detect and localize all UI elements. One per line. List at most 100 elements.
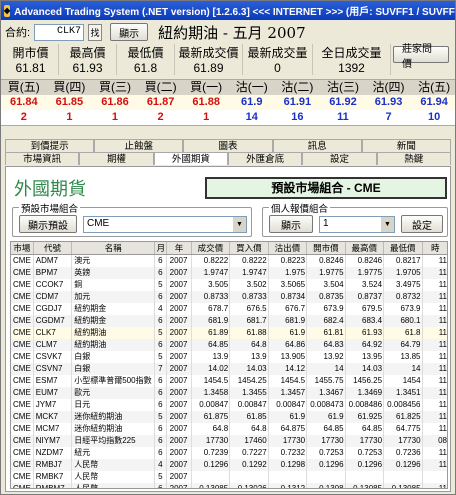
search-contract-button[interactable]: 找 <box>88 23 103 41</box>
table-cell: CME <box>11 422 34 435</box>
tab-row1-2[interactable]: 圖表 <box>183 139 273 152</box>
table-cell: 0.008486 <box>345 398 385 411</box>
column-header[interactable]: 最高價 <box>345 242 385 255</box>
table-row[interactable]: CME MCM7 迷你紐約期油 6 2007 64.8 64.8 64.875 64.85 64.… <box>11 422 447 435</box>
table-row[interactable]: CME CDM7 加元 6 2007 0.8733 0.8733 0.8734 0.8735 0.… <box>11 290 447 303</box>
column-header[interactable]: 市場 <box>11 242 34 255</box>
table-cell: NZDM7 <box>33 446 73 459</box>
table-row[interactable]: CME CSVN7 白銀 7 2007 14.02 14.03 14.12 14 14.03 14 1… <box>11 362 447 375</box>
tab-row1-3[interactable]: 訊息 <box>272 139 362 152</box>
show-contract-button[interactable]: 顯示 <box>110 23 149 41</box>
table-cell: 加元 <box>71 290 156 303</box>
table-cell: 迷你紐約期油 <box>71 410 156 423</box>
show-default-button[interactable]: 顯示預設 <box>19 215 77 233</box>
table-row[interactable]: CME RMBJ7 人民幣 4 2007 0.1296 0.1292 0.1298 0.1296… <box>11 458 447 471</box>
depth-price-bid[interactable]: 61.88 <box>183 95 229 110</box>
table-row[interactable]: CME CGDJ7 紐約期金 4 2007 678.7 676.5 676.7 673.9 679… <box>11 302 447 315</box>
tab-row2-1[interactable]: 期權 <box>79 152 154 165</box>
table-cell: 日元 <box>71 398 156 411</box>
depth-price-ask[interactable]: 61.9 <box>228 95 275 110</box>
column-header[interactable]: 時 <box>422 242 447 255</box>
column-header[interactable]: 名稱 <box>71 242 156 255</box>
table-cell: 6 <box>154 374 168 387</box>
table-cell: 64.775 <box>383 422 423 435</box>
column-header[interactable]: 買入價 <box>229 242 269 255</box>
table-cell: 2007 <box>166 302 192 315</box>
tab-row2-0[interactable]: 市場資訊 <box>5 152 80 165</box>
depth-price-bid[interactable]: 61.86 <box>92 95 138 110</box>
column-header[interactable]: 成交價 <box>191 242 231 255</box>
table-cell: 0.7232 <box>268 446 308 459</box>
table-cell: 64.83 <box>306 338 346 351</box>
table-row[interactable]: CME CLM7 紐約期油 6 2007 64.85 64.8 64.86 64.83 64.92… <box>11 338 447 351</box>
table-row[interactable]: CME MCK7 迷你紐約期油 5 2007 61.875 61.85 61.9 61.9 61.… <box>11 410 447 423</box>
table-cell: 681.7 <box>229 314 269 327</box>
tab-row1-0[interactable]: 到價提示 <box>5 139 95 152</box>
column-header[interactable]: 最低價 <box>383 242 423 255</box>
table-cell: 6 <box>154 290 168 303</box>
table-cell: 6 <box>154 446 168 459</box>
column-header[interactable]: 開市價 <box>306 242 346 255</box>
tab-row1-1[interactable]: 止蝕盤 <box>94 139 184 152</box>
table-cell: 6 <box>154 434 168 447</box>
broker-quote-button[interactable]: 莊家問價 <box>393 44 449 70</box>
table-cell: 14.02 <box>191 362 231 375</box>
depth-volume-ask: 10 <box>428 111 441 123</box>
show-personal-button[interactable]: 顯示 <box>269 215 313 233</box>
depth-price-bid[interactable]: 61.84 <box>1 95 47 110</box>
low-price: 61.8 <box>117 61 175 75</box>
table-cell: 61.825 <box>383 410 423 423</box>
tab-row2-4[interactable]: 設定 <box>302 152 377 165</box>
table-row[interactable]: CME RMBK7 人民幣 5 2007 <box>11 470 447 483</box>
title-bar[interactable]: ◆ Advanced Trading System (.NET version)… <box>1 1 455 20</box>
personal-group-box: 個人報價組合 顯示 1 ▼ 設定 <box>262 201 448 237</box>
table-row[interactable]: CME JYM7 日元 6 2007 0.00847 0.00847 0.00847 0.008… <box>11 398 447 411</box>
table-row[interactable]: CME CCOK7 銅 5 2007 3.505 3.502 3.5065 3.504 3.524… <box>11 278 447 291</box>
settings-button[interactable]: 設定 <box>401 215 443 233</box>
table-row[interactable]: CME NZDM7 紐元 6 2007 0.7239 0.7227 0.7232 0.7253 0… <box>11 446 447 459</box>
tab-row2-3[interactable]: 外匯倉底 <box>227 152 303 165</box>
table-header-row: 市場 代號 名稱月年成交價 買入價 沽出價 開市價 最高價 最低價時 <box>11 242 447 255</box>
table-row[interactable]: CME EUM7 歐元 6 2007 1.3458 1.3455 1.3457 1.3467 1.… <box>11 386 447 399</box>
contract-code-input[interactable]: CLK7 <box>34 23 85 41</box>
column-header[interactable]: 年 <box>166 242 192 255</box>
table-cell: 6 <box>154 482 168 488</box>
depth-volume-bid: 2 <box>157 111 164 123</box>
depth-price-bid[interactable]: 61.87 <box>137 95 184 110</box>
chevron-down-icon[interactable]: ▼ <box>233 217 246 232</box>
app-icon: ◆ <box>4 4 11 17</box>
column-header[interactable]: 代號 <box>33 242 73 255</box>
chevron-down-icon[interactable]: ▼ <box>381 217 394 232</box>
depth-price-ask[interactable]: 61.93 <box>365 95 412 110</box>
table-row[interactable]: CME RMBM7 人民幣 6 2007 0.13085 0.13026 0.1312 0.13… <box>11 482 447 488</box>
column-header[interactable]: 月 <box>154 242 168 255</box>
table-cell: 2007 <box>166 398 192 411</box>
table-row[interactable]: CME CGDM7 紐約期金 6 2007 681.9 681.7 681.9 682.4 683… <box>11 314 447 327</box>
contract-label: 合約: <box>5 27 31 39</box>
personal-select[interactable]: 1 ▼ <box>319 216 395 233</box>
depth-price-bid[interactable]: 61.85 <box>46 95 93 110</box>
column-header[interactable]: 沽出價 <box>268 242 308 255</box>
table-cell: 人民幣 <box>71 458 156 471</box>
table-row[interactable]: CME BPM7 英鎊 6 2007 1.9747 1.9747 1.975 1.9775 1.9… <box>11 266 447 279</box>
table-row[interactable]: CME ESM7 小型標準普爾500指數 6 2007 1454.5 1454.25 1454… <box>11 374 447 387</box>
table-row[interactable]: CME NIYM7 日經平均指數225 6 2007 17730 17460 17730 177… <box>11 434 447 447</box>
table-cell <box>306 470 346 483</box>
depth-price-ask[interactable]: 61.94 <box>411 95 455 110</box>
table-cell: 17730 <box>268 434 308 447</box>
table-row[interactable]: CME CLK7 紐約期油 5 2007 61.89 61.88 61.9 61.81 61.93… <box>11 326 447 339</box>
tab-row2-2[interactable]: 外國期貨 <box>153 152 228 165</box>
table-cell: 6 <box>154 386 168 399</box>
table-cell: ESM7 <box>33 374 73 387</box>
depth-price-ask[interactable]: 61.92 <box>320 95 366 110</box>
table-row[interactable]: CME ADM7 澳元 6 2007 0.8222 0.8222 0.8223 0.8246 0.… <box>11 254 447 267</box>
tab-row2-5[interactable]: 熱鍵 <box>376 152 451 165</box>
tab-row1-4[interactable]: 新聞 <box>361 139 452 152</box>
depth-price-ask[interactable]: 61.91 <box>274 95 321 110</box>
depth-header-bid: 買(一) <box>183 80 229 95</box>
table-cell: CME <box>11 254 34 267</box>
table-row[interactable]: CME CSVK7 白銀 5 2007 13.9 13.9 13.905 13.92 13.95 1… <box>11 350 447 363</box>
table-cell: 3.504 <box>306 278 346 291</box>
market-select[interactable]: CME ▼ <box>83 216 247 233</box>
table-cell: 0.8735 <box>306 290 346 303</box>
